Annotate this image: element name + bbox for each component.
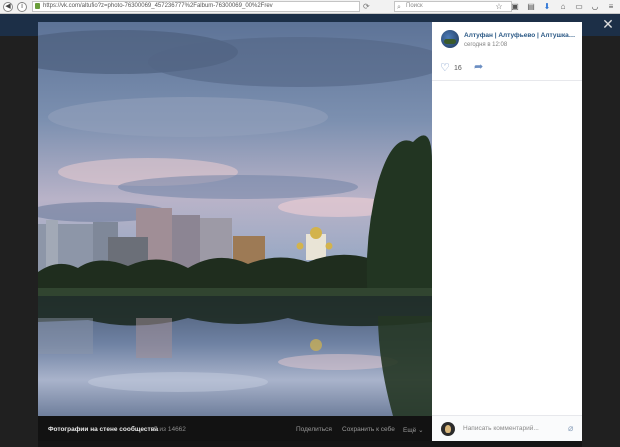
background-page-left [0,36,38,447]
download-icon[interactable]: ⬇ [542,1,552,12]
photo[interactable] [38,22,432,416]
lock-icon[interactable]: ▤ [526,1,536,12]
search-placeholder: Поиск [406,3,423,9]
url-text: https://vk.com/altufio?z=photo-76300069_… [43,3,273,9]
menu-icon[interactable]: ≡ [606,1,616,12]
more-label: Ещё [403,427,417,434]
chevron-down-icon: ⌄ [418,427,424,434]
chat-icon[interactable]: ▭ [574,1,584,12]
photo-image [38,22,432,416]
background-page-right [582,36,620,447]
share-button[interactable]: Поделиться [296,426,332,433]
star-icon[interactable]: ☆ [494,1,504,12]
close-icon[interactable]: ✕ [600,16,616,33]
group-avatar[interactable] [441,30,459,48]
more-button[interactable]: Ещё ⌄ [403,426,424,434]
save-button[interactable]: Сохранить к себе [342,426,395,433]
comment-input[interactable]: Написать комментарий... [463,425,539,432]
toolbar-icons: ☆ ▣ ▤ ⬇ ⌂ ▭ ◡ ≡ [494,1,616,12]
refresh-icon[interactable]: ⟳ [363,2,370,11]
lock-icon [35,3,40,9]
post-time[interactable]: сегодня в 12:08 [464,42,507,48]
info-icon[interactable]: i [17,1,27,12]
photo-counter: 5 из 14662 [154,426,186,433]
pocket-icon[interactable]: ◡ [590,1,600,12]
browser-toolbar: ◀ i https://vk.com/altufio?z=photo-76300… [0,0,620,14]
share-arrow-icon[interactable]: ➦ [474,62,483,73]
back-icon[interactable]: ◀ [3,1,13,12]
post-sidebar: Алтуфан | Алтуфьево | Алтушка | СВ... се… [432,22,582,441]
like-count[interactable]: 16 [454,65,462,72]
heart-icon[interactable]: ♡ [440,63,450,74]
home-icon[interactable]: ⌂ [558,1,568,12]
comment-bar: Написать комментарий... ⌀ [432,415,582,441]
address-bar[interactable]: https://vk.com/altufio?z=photo-76300069_… [32,1,360,12]
paperclip-icon[interactable]: ⌀ [568,423,573,434]
user-avatar [441,422,455,436]
divider [432,80,582,81]
group-name-link[interactable]: Алтуфан | Алтуфьево | Алтушка | СВ... [464,32,576,39]
photo-footer: Фотографии на стене сообщества 5 из 1466… [38,416,432,441]
clipboard-icon[interactable]: ▣ [510,1,520,12]
album-link[interactable]: Фотографии на стене сообщества [48,426,158,433]
search-icon: ⌕ [397,4,401,11]
